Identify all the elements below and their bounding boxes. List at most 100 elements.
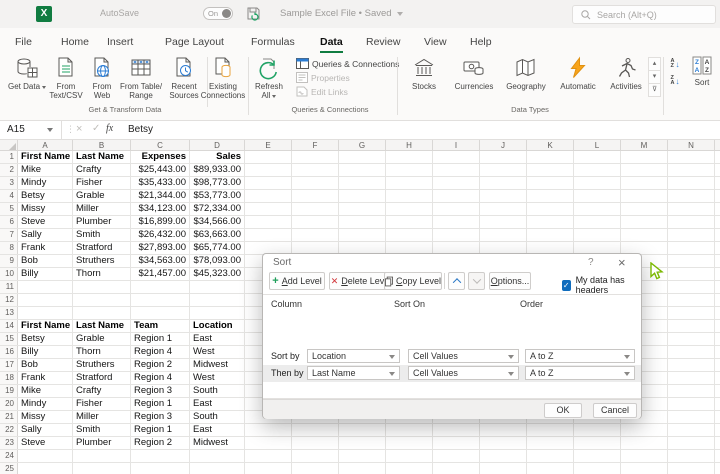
cell-A4[interactable]: Betsy [18,190,73,202]
cell-G24[interactable] [339,450,386,462]
tab-page-layout[interactable]: Page Layout [165,33,224,53]
cell-A12[interactable] [18,294,73,306]
cell-A24[interactable] [18,450,73,462]
cell-I1[interactable] [433,151,480,163]
cell-A25[interactable] [18,463,73,474]
save-icon[interactable] [246,6,261,26]
cell-E2[interactable] [245,164,292,176]
column-dropdown[interactable]: Location [307,349,400,363]
row-header-5[interactable]: 5 [0,203,18,215]
cell-H3[interactable] [386,177,433,189]
cell-I7[interactable] [433,229,480,241]
row-header-2[interactable]: 2 [0,164,18,176]
cell-N21[interactable] [668,411,715,423]
row-header-23[interactable]: 23 [0,437,18,449]
move-up-button[interactable] [448,272,465,290]
row-header-1[interactable]: 1 [0,151,18,163]
cell-B14[interactable]: Last Name [73,320,131,332]
cell-I4[interactable] [433,190,480,202]
cell-H1[interactable] [386,151,433,163]
enter-entry-icon[interactable]: ✓ [92,123,100,134]
cell-C6[interactable]: $16,899.00 [131,216,190,228]
cell-D22[interactable]: East [190,424,245,436]
cell-K22[interactable] [527,424,574,436]
cell-G4[interactable] [339,190,386,202]
cell-C18[interactable]: Region 4 [131,372,190,384]
cell-B25[interactable] [73,463,131,474]
cell-F6[interactable] [292,216,339,228]
cell-H7[interactable] [386,229,433,241]
cell-A8[interactable]: Frank [18,242,73,254]
cell-C21[interactable]: Region 3 [131,411,190,423]
row-header-9[interactable]: 9 [0,255,18,267]
cell-N13[interactable] [668,307,715,319]
cell-L23[interactable] [574,437,621,449]
activities-button[interactable]: Activities [604,56,648,104]
sort-on-dropdown[interactable]: Cell Values [408,349,519,363]
existing-connections-button[interactable]: Existing Connections [198,56,248,104]
cell-D4[interactable]: $53,773.00 [190,190,245,202]
gallery-more-button[interactable]: ⊽ [648,83,661,97]
cell-L6[interactable] [574,216,621,228]
cell-G7[interactable] [339,229,386,241]
cell-K23[interactable] [527,437,574,449]
geography-button[interactable]: Geography [500,56,552,104]
row-header-17[interactable]: 17 [0,359,18,371]
cell-B19[interactable]: Crafty [73,385,131,397]
cell-D3[interactable]: $98,773.00 [190,177,245,189]
row-header-24[interactable]: 24 [0,450,18,462]
sort-on-dropdown[interactable]: Cell Values [408,366,519,380]
cell-B9[interactable]: Struthers [73,255,131,267]
cell-K5[interactable] [527,203,574,215]
cell-J6[interactable] [480,216,527,228]
cell-N5[interactable] [668,203,715,215]
cell-N12[interactable] [668,294,715,306]
cell-N20[interactable] [668,398,715,410]
cell-N15[interactable] [668,333,715,345]
cell-C13[interactable] [131,307,190,319]
cell-D6[interactable]: $34,566.00 [190,216,245,228]
queries-connections-button[interactable]: Queries & Connections [296,58,399,69]
from-web-button[interactable]: From Web [86,56,118,104]
copy-level-button[interactable]: Copy Level [384,272,442,290]
order-dropdown[interactable]: A to Z [525,366,635,380]
cell-B10[interactable]: Thorn [73,268,131,280]
cell-K24[interactable] [527,450,574,462]
cell-M6[interactable] [621,216,668,228]
cell-C24[interactable] [131,450,190,462]
cell-D1[interactable]: Sales [190,151,245,163]
cell-M5[interactable] [621,203,668,215]
cell-B23[interactable]: Plumber [73,437,131,449]
cell-N11[interactable] [668,281,715,293]
cell-D12[interactable] [190,294,245,306]
my-data-has-headers-checkbox[interactable]: ✓ My data has headers [562,275,641,295]
cell-H4[interactable] [386,190,433,202]
cell-M1[interactable] [621,151,668,163]
tab-home[interactable]: Home [61,33,89,53]
excel-logo-icon[interactable]: X [36,6,52,22]
cell-D14[interactable]: Location [190,320,245,332]
cell-N10[interactable] [668,268,715,280]
insert-function-icon[interactable]: fx [106,123,113,134]
cell-B20[interactable]: Fisher [73,398,131,410]
cell-A16[interactable]: Billy [18,346,73,358]
cell-N2[interactable] [668,164,715,176]
order-dropdown[interactable]: A to Z [525,349,635,363]
cell-K7[interactable] [527,229,574,241]
cell-N24[interactable] [668,450,715,462]
dialog-help-icon[interactable]: ? [588,257,594,268]
cell-J1[interactable] [480,151,527,163]
cell-C1[interactable]: Expenses [131,151,190,163]
cell-N6[interactable] [668,216,715,228]
cell-F25[interactable] [292,463,339,474]
row-header-14[interactable]: 14 [0,320,18,332]
cell-A5[interactable]: Missy [18,203,73,215]
cell-B18[interactable]: Stratford [73,372,131,384]
cell-F24[interactable] [292,450,339,462]
column-header-H[interactable]: H [386,140,433,151]
cell-N16[interactable] [668,346,715,358]
cell-M22[interactable] [621,424,668,436]
cell-B1[interactable]: Last Name [73,151,131,163]
tab-view[interactable]: View [424,33,447,53]
cell-K2[interactable] [527,164,574,176]
